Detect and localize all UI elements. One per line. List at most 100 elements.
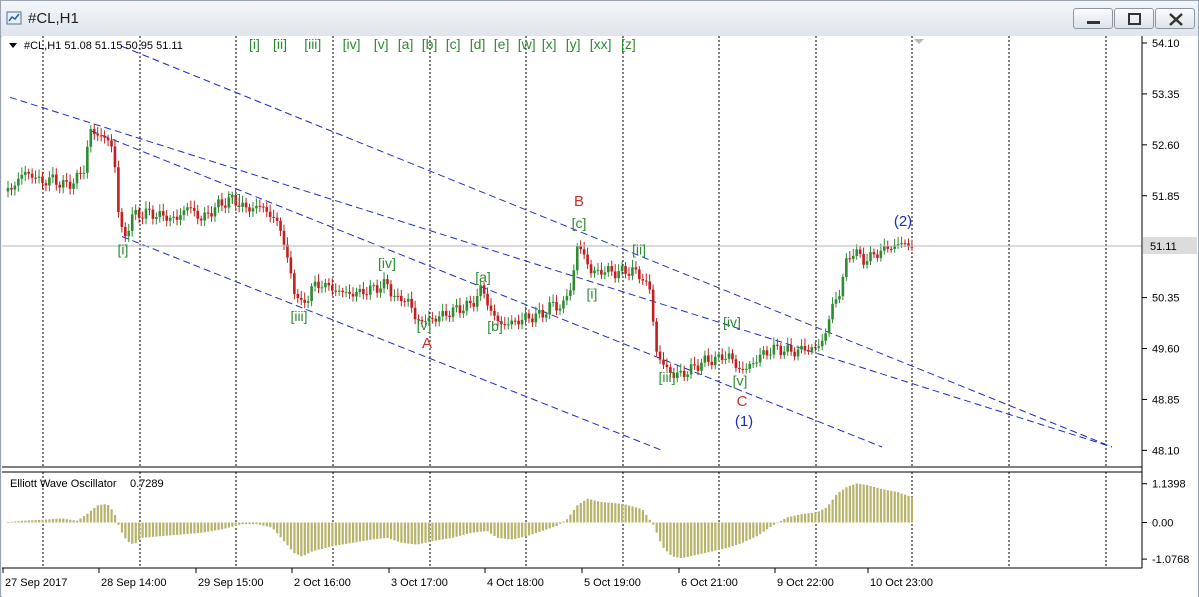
candle-body — [686, 374, 689, 377]
oscillator-bar — [593, 500, 596, 523]
candle-body — [58, 184, 62, 188]
oscillator-bar — [224, 522, 227, 529]
candle-body — [172, 216, 175, 218]
candle-body — [558, 308, 562, 311]
oscillator-bar — [289, 522, 293, 550]
title-bar[interactable]: #CL,H1 — [1, 1, 1198, 37]
wave-toolbar-item[interactable]: [d] — [470, 36, 486, 52]
oscillator-bar — [131, 522, 134, 544]
time-tick-label: 10 Oct 23:00 — [870, 577, 933, 589]
wave-toolbar-item[interactable]: [iii] — [304, 36, 321, 52]
candle-body — [896, 244, 900, 246]
wave-toolbar-item[interactable]: [xx] — [590, 36, 612, 52]
candle-body — [751, 363, 755, 365]
wave-toolbar-item[interactable]: [x] — [542, 36, 557, 52]
candle-body — [889, 248, 893, 250]
candle-body — [862, 253, 865, 265]
oscillator-bar — [779, 520, 782, 523]
candle-body — [493, 310, 496, 316]
oscillator-bar — [500, 522, 503, 539]
oscillator-bar — [893, 491, 896, 523]
candle-body — [358, 288, 362, 293]
oscillator-bar — [545, 522, 548, 530]
candle-body — [776, 344, 779, 346]
wave-label: [ii] — [227, 191, 241, 207]
oscillator-bar — [904, 494, 907, 523]
oscillator-bar — [521, 522, 524, 538]
wave-toolbar-item[interactable]: [v] — [374, 36, 389, 52]
oscillator-bar — [283, 522, 286, 542]
wave-toolbar-item[interactable]: [e] — [494, 36, 510, 52]
wave-toolbar-item[interactable]: [z] — [621, 36, 636, 52]
candle-body — [834, 299, 838, 304]
oscillator-bar — [410, 522, 413, 544]
oscillator-bar — [276, 522, 279, 534]
oscillator-bar — [683, 522, 686, 558]
oscillator-bar — [338, 522, 341, 546]
wave-label: [v] — [417, 317, 432, 333]
candle-body — [186, 207, 189, 211]
wave-label: [iii] — [290, 308, 307, 324]
wave-toolbar-item[interactable]: [i] — [249, 36, 260, 52]
oscillator-bar — [900, 493, 903, 523]
oscillator-bar — [621, 503, 624, 523]
candle-body — [341, 290, 344, 293]
oscillator-bar — [752, 522, 755, 538]
oscillator-bar — [355, 522, 358, 543]
wave-toolbar-item[interactable]: [c] — [446, 36, 461, 52]
wave-label: [i] — [118, 241, 129, 257]
oscillator-bar — [48, 519, 51, 523]
oscillator-bar — [162, 522, 165, 536]
wave-toolbar-item[interactable]: [a] — [398, 36, 414, 52]
oscillator-bar — [531, 522, 534, 535]
oscillator-bar — [383, 522, 386, 539]
oscillator-bar — [559, 522, 562, 524]
oscillator-bar — [182, 522, 186, 535]
oscillator-bar — [541, 522, 544, 531]
maximize-button[interactable] — [1114, 8, 1154, 29]
candle-body — [206, 212, 210, 214]
oscillator-bar — [286, 522, 289, 546]
oscillator-bar — [138, 522, 141, 541]
candle-body — [279, 220, 282, 231]
wave-toolbar-item[interactable]: [w] — [518, 36, 536, 52]
oscillator-bar — [610, 502, 613, 523]
minimize-button[interactable] — [1073, 8, 1113, 29]
wave-toolbar-item[interactable]: [ii] — [273, 36, 287, 52]
candle-body — [351, 293, 355, 297]
price-chart[interactable]: [i] [ii] [iii] [iv] [v] A [a] [b] B [c] [i] [ii] [ii… — [2, 36, 1198, 597]
candle-body — [807, 350, 810, 352]
oscillator-bar — [220, 522, 224, 530]
oscillator-bar — [210, 522, 213, 532]
candle-body — [620, 265, 624, 272]
oscillator-bar — [314, 522, 317, 551]
candle-body — [193, 207, 196, 211]
oscillator-bar — [376, 522, 379, 539]
candle-body — [865, 261, 869, 265]
oscillator-bar — [869, 486, 872, 523]
oscillator-bar — [483, 522, 486, 532]
candle-body — [127, 230, 131, 237]
candle-body — [203, 212, 206, 221]
wave-toolbar-item[interactable]: [y] — [566, 36, 581, 52]
candle-body — [241, 202, 244, 207]
candle-body — [582, 249, 586, 255]
oscillator-bar — [320, 522, 324, 549]
candle-body — [517, 320, 520, 325]
oscillator-bar — [866, 485, 869, 523]
oscillator-bar — [762, 522, 765, 532]
candle-body — [879, 250, 883, 258]
oscillator-bar — [169, 522, 172, 536]
candle-body — [244, 202, 248, 208]
oscillator-bar — [72, 520, 75, 523]
wave-toolbar-item[interactable]: [b] — [422, 36, 438, 52]
price-tick-label: 51.85 — [1152, 191, 1180, 203]
wave-toolbar-item[interactable]: [iv] — [343, 36, 361, 52]
candle-body — [310, 286, 313, 302]
oscillator-bar — [586, 498, 589, 523]
oscillator-bar — [883, 489, 886, 523]
candle-body — [303, 299, 306, 303]
candle-body — [544, 314, 548, 318]
close-button[interactable] — [1155, 8, 1195, 29]
oscillator-bar — [527, 522, 531, 536]
